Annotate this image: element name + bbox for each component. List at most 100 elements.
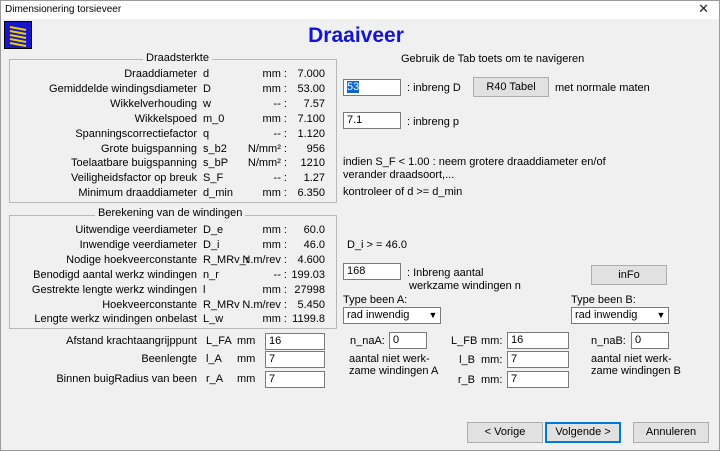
result-value: 7.000 — [297, 68, 325, 80]
result-row: Draaddiameter d mm :7.000 — [1, 67, 331, 81]
n-na-a-input[interactable]: 0 — [389, 332, 427, 349]
n-na-a-desc-2: zame windingen A — [349, 365, 439, 377]
result-label: Grote buigspanning — [100, 142, 197, 155]
result-row: Spanningscorrectiefactor q -- :1.120 — [1, 127, 331, 141]
leg-b-input[interactable]: 16 — [507, 332, 569, 349]
dialog-window: Dimensionering torsieveer ✕ Draaiveer Dr… — [0, 0, 720, 451]
draadsterkte-title: Draadsterkte — [143, 52, 212, 64]
result-label: Wikkelspoed — [134, 112, 197, 125]
result-row: Lengte werkz windingen onbelast L_w mm :11… — [1, 312, 331, 326]
next-button[interactable]: Volgende > — [545, 422, 621, 443]
result-value: 5.450 — [297, 298, 325, 311]
result-label: Hoekveerconstante — [102, 298, 197, 311]
result-label: Nodige hoekveerconstante — [66, 253, 197, 266]
dmin-hint: kontroleer of d >= d_min — [343, 186, 463, 198]
n-na-a-desc-1: aantal niet werk- — [349, 353, 430, 365]
leg-b-unit: mm: — [481, 335, 503, 347]
diameter-input-label: : inbreng D — [407, 82, 461, 94]
type-a-select[interactable]: rad inwendig ▼ — [343, 307, 441, 324]
result-label: Benodigd aantal werkz windingen — [33, 268, 197, 281]
n-na-a-label: n_naA: — [350, 335, 385, 347]
leg-b-unit: mm: — [481, 374, 503, 386]
result-row: Gemiddelde windingsdiameter Dmm :53.00 — [1, 82, 331, 96]
result-value: 60.0 — [303, 224, 325, 236]
leg-b-input[interactable]: 7 — [507, 351, 569, 368]
result-row: Gestrekte lengte werkz windingen l mm :279… — [1, 283, 331, 297]
leg-a-input[interactable]: 7 — [265, 371, 325, 388]
window-title: Dimensionering torsieveer — [5, 4, 122, 15]
n-na-b-desc-2: zame windingen B — [591, 365, 681, 377]
r40-table-button[interactable]: R40 Tabel — [473, 77, 549, 97]
close-icon[interactable]: ✕ — [698, 1, 709, 17]
leg-b-unit: mm: — [481, 354, 503, 366]
result-label: Uitwendige veerdiameter — [75, 224, 197, 236]
result-row: Grote buigspanning s_b2 N/mm² :956 — [1, 142, 331, 156]
windings-label-2: werkzame windingen n — [409, 280, 521, 292]
result-label: Minimum draaddiameter — [78, 187, 197, 200]
tab-hint: Gebruik de Tab toets om te navigeren — [401, 53, 585, 65]
result-row: Uitwendige veerdiameter D_e mm :60.0 — [1, 223, 331, 237]
windings-label-1: : Inbreng aantal — [407, 267, 484, 279]
result-value: 199.03 — [291, 268, 325, 281]
prev-button[interactable]: < Vorige — [467, 422, 543, 443]
result-value: 1199.8 — [292, 313, 325, 326]
leg-b-symbol: l_B — [459, 354, 475, 366]
result-value: 1.120 — [297, 127, 325, 140]
leg-a-symbol: r_A — [206, 373, 224, 385]
leg-a-symbol: L_FA — [206, 335, 232, 347]
result-row: Inwendige veerdiameter D_i mm :46.0 — [1, 238, 331, 252]
di-hint: D_i > = 46.0 — [347, 239, 407, 251]
type-a-label: Type been A: — [343, 294, 408, 306]
result-value: 7.57 — [303, 97, 325, 110]
result-row: Toelaatbare buigspanning s_bP N/mm² :1210 — [1, 156, 331, 170]
result-label: Veiligheidsfactor op breuk — [71, 172, 197, 185]
result-label: Inwendige veerdiameter — [79, 238, 197, 251]
diameter-input[interactable]: 53 — [343, 79, 401, 96]
n-na-b-label: n_naB: — [591, 335, 626, 347]
result-row: Benodigd aantal werkz windingen n_r -- :19… — [1, 268, 331, 282]
type-b-select[interactable]: rad inwendig ▼ — [571, 307, 669, 324]
info-button[interactable]: inFo — [591, 265, 667, 285]
windingen-title: Berekening van de windingen — [95, 207, 246, 219]
leg-a-unit: mm — [237, 335, 256, 347]
leg-a-label: Beenlengte — [141, 353, 197, 365]
result-value: 6.350 — [297, 187, 325, 200]
result-row: Minimum draaddiameter d_min mm :6.350 — [1, 186, 331, 200]
type-b-label: Type been B: — [571, 294, 636, 306]
cancel-button[interactable]: Annuleren — [633, 422, 709, 443]
n-na-b-input[interactable]: 0 — [631, 332, 669, 349]
result-value: 956 — [306, 142, 325, 155]
result-label: Wikkelverhouding — [110, 97, 197, 110]
leg-b-symbol: r_B — [457, 374, 475, 386]
result-row: Hoekveerconstante R_MRv N.m/rev :5.450 — [1, 298, 331, 312]
result-value: 53.00 — [297, 82, 325, 95]
leg-a-input[interactable]: 16 — [265, 333, 325, 350]
result-label: Spanningscorrectiefactor — [75, 127, 197, 140]
result-value: 1210 — [300, 157, 325, 170]
title-bar: Dimensionering torsieveer ✕ — [1, 1, 719, 19]
windings-input[interactable]: 168 — [343, 263, 401, 280]
result-row: Nodige hoekveerconstante R_MRv_r N.m/rev :… — [1, 253, 331, 267]
result-value: 1.27 — [303, 172, 325, 185]
chevron-down-icon: ▼ — [428, 310, 438, 320]
result-value: 46.0 — [303, 238, 325, 251]
leg-a-label: Afstand krachtaangrijppunt — [66, 335, 197, 347]
result-row: Wikkelspoed m_0 mm :7.100 — [1, 112, 331, 126]
leg-a-unit: mm — [237, 353, 256, 365]
leg-a-input[interactable]: 7 — [265, 351, 325, 368]
pitch-input-label: : inbreng p — [407, 116, 459, 128]
leg-b-input[interactable]: 7 — [507, 371, 569, 388]
result-label: Gestrekte lengte werkz windingen — [31, 283, 197, 296]
result-label: Gemiddelde windingsdiameter — [49, 82, 197, 95]
result-value: 7.100 — [297, 112, 325, 125]
result-row: Wikkelverhouding w -- :7.57 — [1, 97, 331, 111]
leg-b-symbol: L_FB — [451, 335, 478, 347]
result-label: Toelaatbare buigspanning — [71, 157, 197, 170]
leg-a-symbol: l_A — [206, 353, 222, 365]
pitch-input[interactable]: 7.1 — [343, 112, 401, 129]
warning-line-2: verander draadsoort,... — [343, 169, 455, 181]
result-label: Lengte werkz windingen onbelast — [34, 313, 197, 326]
r40-hint: met normale maten — [555, 82, 650, 94]
app-title: Draaiveer — [308, 24, 404, 47]
result-value: 4.600 — [297, 253, 325, 266]
